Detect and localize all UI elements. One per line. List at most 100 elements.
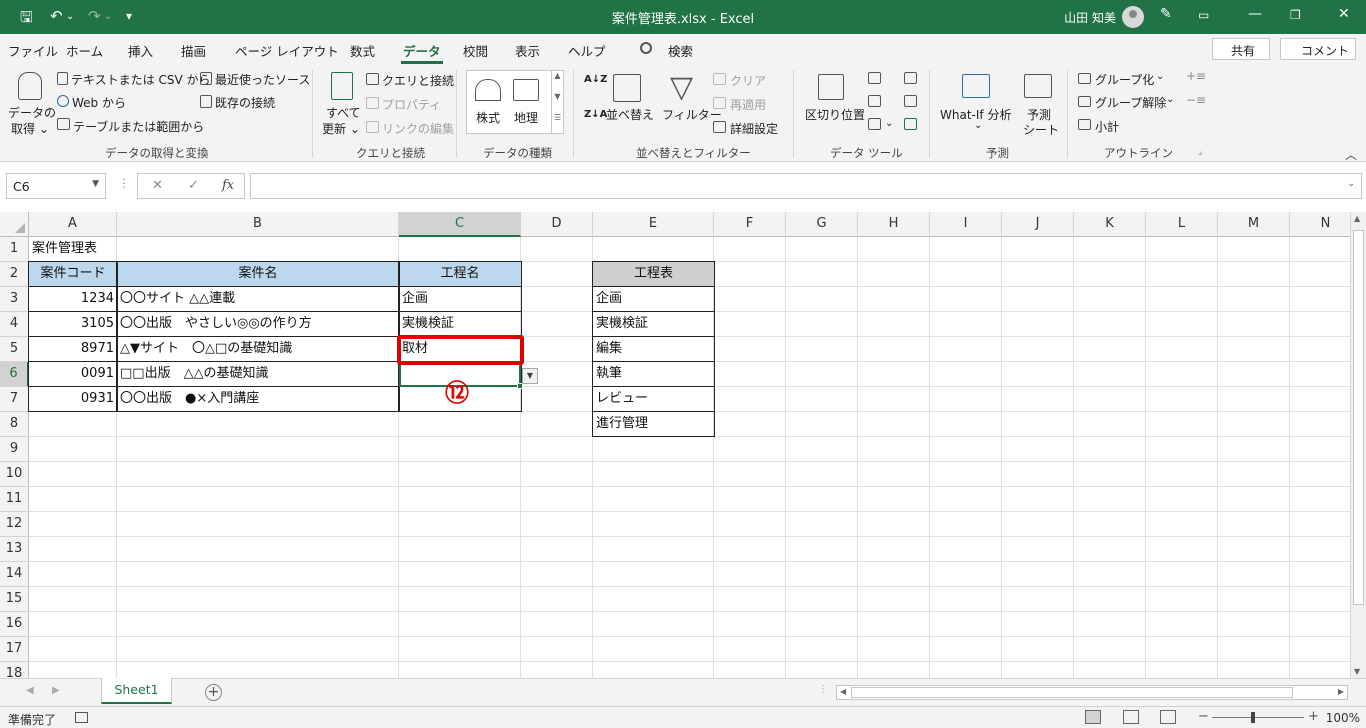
ungroup-button[interactable]: グループ解除	[1095, 94, 1166, 111]
expand-formula-bar-icon[interactable]: ⌄	[1347, 179, 1355, 189]
cell-e4[interactable]: 実機検証	[593, 312, 651, 337]
validation-dropdown-button[interactable]: ▼	[522, 368, 538, 384]
column-header-m[interactable]: M	[1218, 212, 1290, 237]
cell-b3[interactable]: 〇〇サイト △△連載	[117, 287, 238, 312]
scroll-up-icon[interactable]: ▲	[1354, 214, 1360, 223]
column-header-g[interactable]: G	[786, 212, 858, 237]
data-validation-icon[interactable]	[868, 118, 881, 130]
share-button[interactable]: 共有	[1212, 38, 1270, 60]
formula-input[interactable]: ⌄	[250, 173, 1362, 199]
row-header-5[interactable]: 5	[0, 337, 29, 362]
get-data-button[interactable]: データの	[8, 104, 56, 121]
column-header-d[interactable]: D	[521, 212, 593, 237]
gallery-up-icon[interactable]: ▲	[551, 71, 563, 92]
from-web-button[interactable]: Web から	[72, 94, 126, 111]
refresh-all-button[interactable]: すべて	[326, 104, 361, 121]
name-box[interactable]: C6 ▼	[6, 173, 106, 199]
page-layout-view-icon[interactable]	[1123, 710, 1139, 724]
cell-a4[interactable]: 3105	[29, 312, 117, 337]
show-detail-icon[interactable]: +≡	[1186, 69, 1206, 83]
data-validation-dropdown-icon[interactable]: ⌄	[885, 118, 893, 129]
cell-e7[interactable]: レビュー	[593, 387, 651, 412]
cell-b2[interactable]: 案件名	[117, 262, 399, 287]
tab-data[interactable]: データ	[401, 41, 443, 64]
row-header-6[interactable]: 6	[0, 362, 29, 387]
cell-a3[interactable]: 1234	[29, 287, 117, 312]
row-header-17[interactable]: 17	[0, 637, 29, 662]
vertical-scroll-thumb[interactable]	[1353, 230, 1364, 605]
recent-sources-button[interactable]: 最近使ったソース	[215, 71, 310, 88]
row-header-11[interactable]: 11	[0, 487, 29, 512]
column-header-b[interactable]: B	[117, 212, 399, 237]
reapply-button[interactable]: 再適用	[730, 96, 766, 113]
cell-c7[interactable]	[399, 387, 405, 412]
tab-home[interactable]: ホーム	[66, 41, 103, 60]
zoom-slider-thumb[interactable]	[1251, 712, 1255, 723]
restore-icon[interactable]: ❐	[1290, 8, 1301, 22]
consolidate-icon[interactable]	[904, 72, 917, 84]
search-box[interactable]: 検索	[668, 41, 693, 60]
geography-button[interactable]: 地理	[514, 109, 538, 126]
cell-b5[interactable]: △▼サイト 〇△□の基礎知識	[117, 337, 295, 362]
horizontal-scroll-thumb[interactable]	[851, 687, 1293, 698]
prev-sheet-icon[interactable]: ◀	[26, 685, 34, 696]
tab-help[interactable]: ヘルプ	[568, 41, 606, 60]
edit-links-button[interactable]: リンクの編集	[382, 120, 454, 137]
zoom-in-icon[interactable]: +	[1308, 709, 1319, 724]
row-header-1[interactable]: 1	[0, 237, 29, 262]
collapse-ribbon-icon[interactable]: ︿	[1345, 146, 1357, 163]
tab-view[interactable]: 表示	[515, 41, 540, 60]
minimize-icon[interactable]: —	[1248, 6, 1262, 22]
column-header-f[interactable]: F	[714, 212, 786, 237]
data-types-gallery[interactable]: 株式 地理 ▲ ▼ ☰	[466, 70, 564, 134]
select-all-button[interactable]	[0, 212, 29, 237]
row-header-4[interactable]: 4	[0, 312, 29, 337]
cancel-icon[interactable]: ✕	[152, 178, 163, 193]
column-header-h[interactable]: H	[858, 212, 930, 237]
row-header-7[interactable]: 7	[0, 387, 29, 412]
page-break-view-icon[interactable]	[1160, 710, 1176, 724]
cell-a6[interactable]: 0091	[29, 362, 117, 387]
scroll-right-icon[interactable]: ▶	[1338, 687, 1344, 696]
cell-e8[interactable]: 進行管理	[593, 412, 651, 437]
what-if-dropdown-icon[interactable]: ⌄	[974, 120, 982, 131]
column-header-i[interactable]: I	[930, 212, 1002, 237]
scroll-left-icon[interactable]: ◀	[840, 687, 846, 696]
next-sheet-icon[interactable]: ▶	[52, 685, 60, 696]
sheet-tab-sheet1[interactable]: Sheet1	[101, 678, 172, 704]
column-header-j[interactable]: J	[1002, 212, 1074, 237]
cell-c3[interactable]: 企画	[399, 287, 431, 312]
row-header-18[interactable]: 18	[0, 662, 29, 678]
avatar[interactable]	[1122, 6, 1144, 28]
macro-record-icon[interactable]	[75, 712, 88, 723]
column-header-n[interactable]: N	[1290, 212, 1350, 237]
row-header-10[interactable]: 10	[0, 462, 29, 487]
sort-az-icon[interactable]: A↓Z	[584, 74, 607, 85]
queries-connections-button[interactable]: クエリと接続	[382, 72, 454, 89]
clear-button[interactable]: クリア	[730, 72, 766, 89]
cell-b6[interactable]: □□出版 △△の基礎知識	[117, 362, 272, 387]
cell-a2[interactable]: 案件コード	[29, 262, 117, 287]
cell-a7[interactable]: 0931	[29, 387, 117, 412]
row-header-13[interactable]: 13	[0, 537, 29, 562]
remove-duplicates-icon[interactable]	[868, 95, 881, 107]
name-box-dropdown-icon[interactable]: ▼	[92, 179, 99, 189]
row-header-2[interactable]: 2	[0, 262, 29, 287]
properties-button[interactable]: プロパティ	[382, 96, 441, 113]
text-to-columns-button[interactable]: 区切り位置	[805, 106, 865, 123]
from-table-button[interactable]: テーブルまたは範囲から	[73, 118, 204, 135]
sort-button[interactable]: 並べ替え	[606, 106, 654, 123]
search-icon[interactable]	[640, 42, 652, 54]
cell-e3[interactable]: 企画	[593, 287, 625, 312]
vertical-scrollbar[interactable]: ▲ ▼	[1350, 212, 1366, 678]
close-icon[interactable]: ✕	[1338, 6, 1350, 22]
stocks-button[interactable]: 株式	[476, 109, 500, 126]
cell-b4[interactable]: 〇〇出版 やさしい◎◎の作り方	[117, 312, 315, 337]
user-name[interactable]: 山田 知美	[1064, 9, 1116, 26]
row-header-14[interactable]: 14	[0, 562, 29, 587]
column-header-c[interactable]: C	[399, 212, 521, 237]
tab-draw[interactable]: 描画	[181, 41, 206, 60]
tab-file[interactable]: ファイル	[8, 41, 58, 60]
cell-a5[interactable]: 8971	[29, 337, 117, 362]
gallery-down-icon[interactable]: ▼	[551, 92, 563, 113]
